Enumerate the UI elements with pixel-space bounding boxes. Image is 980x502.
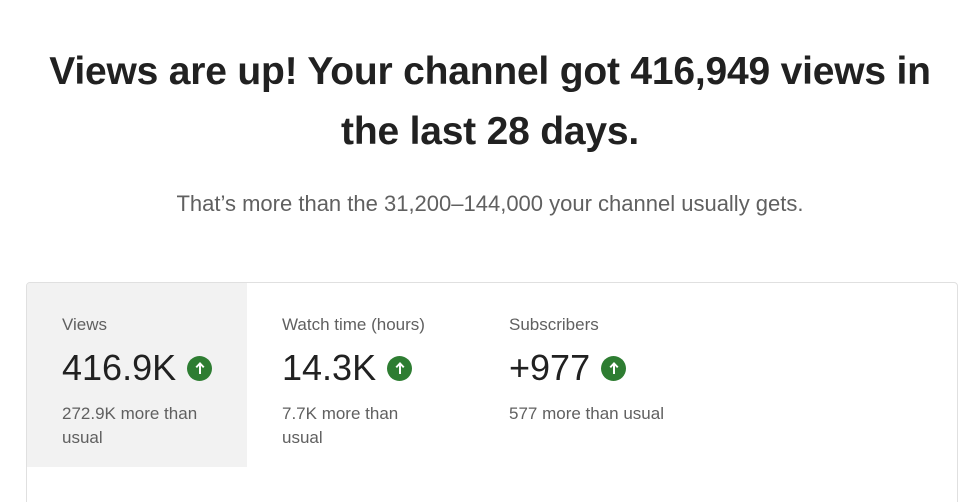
analytics-summary: Views are up! Your channel got 416,949 v… xyxy=(0,0,980,502)
metric-comparison: 272.9K more than usual xyxy=(62,404,198,447)
headline: Views are up! Your channel got 416,949 v… xyxy=(49,50,931,153)
metric-comparison: 7.7K more than usual xyxy=(282,404,399,447)
metric-label: Subscribers xyxy=(509,315,599,334)
metric-value: +977 xyxy=(509,347,591,388)
metric-value: 14.3K xyxy=(282,347,377,388)
arrow-up-icon xyxy=(387,355,413,381)
arrow-up-icon xyxy=(187,355,213,381)
metric-tab-views[interactable]: Views 416.9K 272.9K more than usual xyxy=(27,283,247,467)
subheadline: That’s more than the 31,200–144,000 your… xyxy=(176,191,804,216)
metric-label: Views xyxy=(62,315,108,334)
metric-label: Watch time (hours) xyxy=(282,315,425,334)
metric-tab-watch-time[interactable]: Watch time (hours) 14.3K 7.7K more than … xyxy=(247,283,474,467)
metrics-card: Views 416.9K 272.9K more than usual Watc… xyxy=(26,282,958,502)
arrow-up-icon xyxy=(601,355,627,381)
metric-value: 416.9K xyxy=(62,347,177,388)
metric-comparison: 577 more than usual xyxy=(509,404,664,423)
metric-tab-subscribers[interactable]: Subscribers +977 577 more than usual xyxy=(474,283,694,467)
